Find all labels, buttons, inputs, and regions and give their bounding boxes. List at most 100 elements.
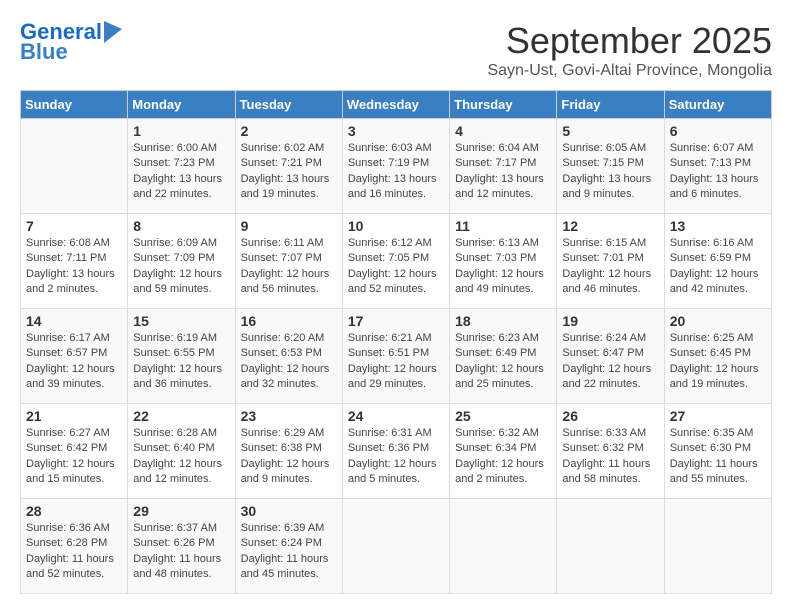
day-number: 7 — [26, 218, 122, 234]
header-thursday: Thursday — [450, 91, 557, 119]
calendar-cell: 11 Sunrise: 6:13 AM Sunset: 7:03 PM Dayli… — [450, 214, 557, 309]
cell-details: Sunrise: 6:03 AM Sunset: 7:19 PM Dayligh… — [348, 141, 444, 203]
header-wednesday: Wednesday — [342, 91, 449, 119]
day-number: 30 — [241, 503, 337, 519]
calendar-table: SundayMondayTuesdayWednesdayThursdayFrid… — [20, 90, 772, 594]
day-number: 9 — [241, 218, 337, 234]
calendar-cell: 8 Sunrise: 6:09 AM Sunset: 7:09 PM Daylig… — [128, 214, 235, 309]
calendar-cell — [557, 499, 664, 594]
calendar-cell — [342, 499, 449, 594]
calendar-cell: 3 Sunrise: 6:03 AM Sunset: 7:19 PM Daylig… — [342, 119, 449, 214]
day-number: 3 — [348, 123, 444, 139]
day-number: 24 — [348, 408, 444, 424]
calendar-header-row: SundayMondayTuesdayWednesdayThursdayFrid… — [21, 91, 772, 119]
calendar-cell: 17 Sunrise: 6:21 AM Sunset: 6:51 PM Dayli… — [342, 309, 449, 404]
cell-details: Sunrise: 6:08 AM Sunset: 7:11 PM Dayligh… — [26, 236, 122, 298]
day-number: 19 — [562, 313, 658, 329]
calendar-cell: 21Sunrise: 6:27 AM Sunset: 6:42 PM Dayli… — [21, 404, 128, 499]
day-number: 10 — [348, 218, 444, 234]
calendar-cell — [21, 119, 128, 214]
day-number: 29 — [133, 503, 229, 519]
calendar-week-row: 21Sunrise: 6:27 AM Sunset: 6:42 PM Dayli… — [21, 404, 772, 499]
cell-details: Sunrise: 6:07 AM Sunset: 7:13 PM Dayligh… — [670, 141, 766, 203]
cell-details: Sunrise: 6:25 AM Sunset: 6:45 PM Dayligh… — [670, 331, 766, 393]
cell-details: Sunrise: 6:04 AM Sunset: 7:17 PM Dayligh… — [455, 141, 551, 203]
header-monday: Monday — [128, 91, 235, 119]
calendar-cell: 14 Sunrise: 6:17 AM Sunset: 6:57 PM Dayli… — [21, 309, 128, 404]
calendar-cell: 27Sunrise: 6:35 AM Sunset: 6:30 PM Dayli… — [664, 404, 771, 499]
cell-details: Sunrise: 6:28 AM Sunset: 6:40 PM Dayligh… — [133, 426, 229, 488]
header-saturday: Saturday — [664, 91, 771, 119]
calendar-cell: 7 Sunrise: 6:08 AM Sunset: 7:11 PM Daylig… — [21, 214, 128, 309]
day-number: 2 — [241, 123, 337, 139]
calendar-cell: 16 Sunrise: 6:20 AM Sunset: 6:53 PM Dayli… — [235, 309, 342, 404]
calendar-cell: 28 Sunrise: 6:36 AM Sunset: 6:28 PM Dayli… — [21, 499, 128, 594]
day-number: 22 — [133, 408, 229, 424]
cell-details: Sunrise: 6:24 AM Sunset: 6:47 PM Dayligh… — [562, 331, 658, 393]
calendar-cell: 18Sunrise: 6:23 AM Sunset: 6:49 PM Dayli… — [450, 309, 557, 404]
calendar-cell: 5 Sunrise: 6:05 AM Sunset: 7:15 PM Daylig… — [557, 119, 664, 214]
calendar-cell: 26 Sunrise: 6:33 AM Sunset: 6:32 PM Dayli… — [557, 404, 664, 499]
calendar-week-row: 7 Sunrise: 6:08 AM Sunset: 7:11 PM Daylig… — [21, 214, 772, 309]
cell-details: Sunrise: 6:12 AM Sunset: 7:05 PM Dayligh… — [348, 236, 444, 298]
page-header: General Blue September 2025 Sayn-Ust, Go… — [20, 20, 772, 80]
cell-details: Sunrise: 6:20 AM Sunset: 6:53 PM Dayligh… — [241, 331, 337, 393]
day-number: 21 — [26, 408, 122, 424]
day-number: 14 — [26, 313, 122, 329]
calendar-week-row: 14 Sunrise: 6:17 AM Sunset: 6:57 PM Dayli… — [21, 309, 772, 404]
calendar-cell: 10 Sunrise: 6:12 AM Sunset: 7:05 PM Dayli… — [342, 214, 449, 309]
day-number: 25 — [455, 408, 551, 424]
day-number: 17 — [348, 313, 444, 329]
day-number: 28 — [26, 503, 122, 519]
cell-details: Sunrise: 6:13 AM Sunset: 7:03 PM Dayligh… — [455, 236, 551, 298]
location-subtitle: Sayn-Ust, Govi-Altai Province, Mongolia — [487, 62, 772, 80]
cell-details: Sunrise: 6:02 AM Sunset: 7:21 PM Dayligh… — [241, 141, 337, 203]
calendar-cell: 12 Sunrise: 6:15 AM Sunset: 7:01 PM Dayli… — [557, 214, 664, 309]
calendar-cell: 30Sunrise: 6:39 AM Sunset: 6:24 PM Dayli… — [235, 499, 342, 594]
cell-details: Sunrise: 6:16 AM Sunset: 6:59 PM Dayligh… — [670, 236, 766, 298]
calendar-cell: 4 Sunrise: 6:04 AM Sunset: 7:17 PM Daylig… — [450, 119, 557, 214]
logo: General Blue — [20, 20, 122, 64]
header-sunday: Sunday — [21, 91, 128, 119]
cell-details: Sunrise: 6:37 AM Sunset: 6:26 PM Dayligh… — [133, 521, 229, 583]
cell-details: Sunrise: 6:33 AM Sunset: 6:32 PM Dayligh… — [562, 426, 658, 488]
calendar-cell: 20 Sunrise: 6:25 AM Sunset: 6:45 PM Dayli… — [664, 309, 771, 404]
header-tuesday: Tuesday — [235, 91, 342, 119]
cell-details: Sunrise: 6:09 AM Sunset: 7:09 PM Dayligh… — [133, 236, 229, 298]
logo-blue: Blue — [20, 40, 68, 64]
day-number: 5 — [562, 123, 658, 139]
header-friday: Friday — [557, 91, 664, 119]
cell-details: Sunrise: 6:21 AM Sunset: 6:51 PM Dayligh… — [348, 331, 444, 393]
cell-details: Sunrise: 6:00 AM Sunset: 7:23 PM Dayligh… — [133, 141, 229, 203]
day-number: 16 — [241, 313, 337, 329]
day-number: 8 — [133, 218, 229, 234]
day-number: 18 — [455, 313, 551, 329]
calendar-cell: 29 Sunrise: 6:37 AM Sunset: 6:26 PM Dayli… — [128, 499, 235, 594]
day-number: 12 — [562, 218, 658, 234]
calendar-cell: 13 Sunrise: 6:16 AM Sunset: 6:59 PM Dayli… — [664, 214, 771, 309]
calendar-cell: 19 Sunrise: 6:24 AM Sunset: 6:47 PM Dayli… — [557, 309, 664, 404]
calendar-cell: 1Sunrise: 6:00 AM Sunset: 7:23 PM Daylig… — [128, 119, 235, 214]
cell-details: Sunrise: 6:29 AM Sunset: 6:38 PM Dayligh… — [241, 426, 337, 488]
calendar-cell — [450, 499, 557, 594]
logo-icon — [104, 21, 122, 43]
cell-details: Sunrise: 6:31 AM Sunset: 6:36 PM Dayligh… — [348, 426, 444, 488]
day-number: 20 — [670, 313, 766, 329]
day-number: 13 — [670, 218, 766, 234]
month-title: September 2025 — [487, 20, 772, 62]
calendar-week-row: 1Sunrise: 6:00 AM Sunset: 7:23 PM Daylig… — [21, 119, 772, 214]
cell-details: Sunrise: 6:17 AM Sunset: 6:57 PM Dayligh… — [26, 331, 122, 393]
day-number: 15 — [133, 313, 229, 329]
title-block: September 2025 Sayn-Ust, Govi-Altai Prov… — [487, 20, 772, 80]
calendar-cell — [664, 499, 771, 594]
cell-details: Sunrise: 6:05 AM Sunset: 7:15 PM Dayligh… — [562, 141, 658, 203]
day-number: 11 — [455, 218, 551, 234]
cell-details: Sunrise: 6:15 AM Sunset: 7:01 PM Dayligh… — [562, 236, 658, 298]
day-number: 4 — [455, 123, 551, 139]
day-number: 26 — [562, 408, 658, 424]
cell-details: Sunrise: 6:19 AM Sunset: 6:55 PM Dayligh… — [133, 331, 229, 393]
day-number: 6 — [670, 123, 766, 139]
day-number: 23 — [241, 408, 337, 424]
calendar-cell: 6 Sunrise: 6:07 AM Sunset: 7:13 PM Daylig… — [664, 119, 771, 214]
cell-details: Sunrise: 6:36 AM Sunset: 6:28 PM Dayligh… — [26, 521, 122, 583]
